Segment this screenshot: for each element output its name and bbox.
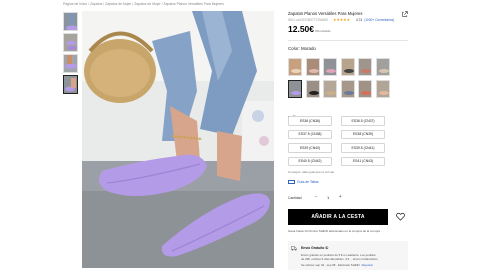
color-swatch[interactable] (288, 58, 302, 76)
product-price: 12.50€ (288, 24, 314, 34)
color-swatch[interactable] (358, 58, 372, 76)
rating-value: 4.74 (356, 18, 363, 22)
thumbnail-active[interactable] (63, 75, 78, 94)
breadcrumb[interactable]: Página de Inicio / Zapatos / Zapatos de … (63, 2, 224, 6)
thumbnail-gallery (63, 12, 79, 96)
size-option[interactable]: ES38 (CN39) (341, 129, 385, 139)
reviews-link[interactable]: (1000+ Comentarios) (364, 18, 394, 22)
size-guide-link[interactable]: Guía de Tallas (288, 180, 319, 184)
product-sku: SKU: sx2307083777254669 (288, 18, 328, 22)
color-swatches (288, 58, 398, 98)
color-label: Color: Morado (288, 46, 316, 51)
divider (288, 40, 408, 41)
product-title: Zapatos Planos Versátiles Para Mujeres (288, 11, 363, 16)
shipping-estimate-text: Se estima: sep 04 - sep 08 · Estimado SH… (301, 263, 360, 267)
size-guide-label[interactable]: Guía de Tallas (297, 180, 319, 184)
shipping-info-box: Envío Gratuito ① Envío gratuito en pedid… (288, 241, 408, 270)
color-swatch-selected[interactable] (288, 80, 302, 98)
color-value: Morado (300, 46, 316, 51)
color-swatch[interactable] (323, 58, 337, 76)
quantity-label: Cantidad (288, 196, 302, 200)
size-option[interactable]: ES39 (CN40) (288, 143, 332, 153)
quantity-decrease-button[interactable]: − (312, 193, 320, 201)
shipping-title: Envío Gratuito ① (301, 246, 329, 250)
color-swatch[interactable] (323, 80, 337, 98)
color-swatch[interactable] (340, 58, 355, 76)
rating-summary[interactable]: 4.74 (1000+ Comentarios) (356, 18, 394, 22)
share-icon[interactable] (402, 11, 408, 17)
color-swatch[interactable] (305, 58, 320, 76)
thumbnail[interactable] (63, 12, 78, 31)
shipping-detail: de 29€, recibes 5 días laborables. 3,5 .… (301, 257, 378, 261)
ruler-icon (288, 180, 295, 184)
heart-icon[interactable] (396, 212, 405, 221)
color-swatch[interactable] (375, 58, 390, 76)
color-swatch[interactable] (340, 80, 355, 98)
quantity-value[interactable]: 1 (327, 195, 329, 200)
size-option[interactable]: ES40.5 (CN42) (288, 156, 332, 166)
color-swatch[interactable] (358, 80, 372, 98)
points-note: Gana hasta 13 Puntos SHEIN adicionales e… (288, 229, 381, 233)
color-swatch[interactable] (375, 80, 390, 98)
size-option[interactable]: ES36.5 (CN37) (341, 116, 385, 126)
color-label-text: Color: (288, 46, 300, 51)
quantity-stepper: − 1 + (312, 193, 344, 201)
shipping-estimate: Se estima: sep 04 - sep 08 · Estimado SH… (301, 263, 373, 267)
thumbnail[interactable] (63, 54, 78, 73)
size-option[interactable]: ES36 (CN36) (288, 116, 332, 126)
size-option[interactable]: ES41 (CN43) (341, 156, 385, 166)
fit-note: Consejos: talla igual que la normal (288, 170, 334, 174)
quantity-increase-button[interactable]: + (336, 193, 344, 201)
size-options: ES36 (CN36) ES36.5 (CN37) ES37.5 (CN38) … (288, 116, 385, 166)
truck-icon (291, 246, 297, 251)
size-option[interactable]: ES37.5 (CN38) (288, 129, 332, 139)
report-link[interactable]: Reportar (362, 263, 373, 267)
add-to-cart-button[interactable]: AÑADIR A LA CESTA (288, 209, 388, 225)
tax-note: IVA incluido (315, 29, 331, 33)
product-main-image[interactable] (82, 11, 274, 268)
size-option[interactable]: ES39.5 (CN41) (341, 143, 385, 153)
thumbnail[interactable] (63, 33, 78, 52)
color-swatch[interactable] (305, 80, 320, 98)
rating-stars: ★★★★★ (333, 17, 350, 22)
